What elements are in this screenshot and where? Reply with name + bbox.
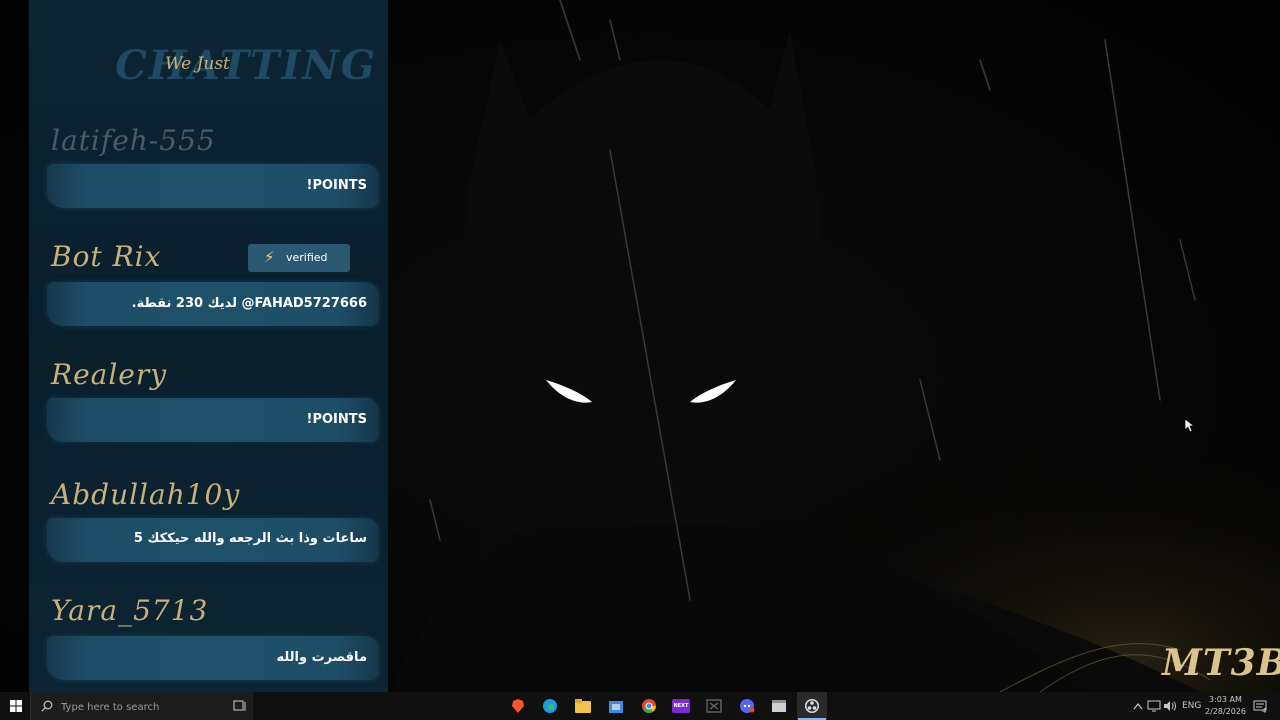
window-icon <box>772 700 786 712</box>
taskbar-app-file-explorer[interactable] <box>573 696 593 716</box>
taskbar-app-obs[interactable] <box>802 696 822 716</box>
chat-message-text: .لديك 230 نقطة @FAHAD5727666 <box>131 296 367 311</box>
taskbar-app-store[interactable] <box>606 696 626 716</box>
taskbar-app-xbox[interactable] <box>704 696 724 716</box>
next-app-icon: NEXT <box>672 699 690 713</box>
chat-message-text: !POINTS <box>306 412 367 427</box>
chat-message: Abdullah10y 5 ساعات وذا بث الرجعه والله … <box>29 478 388 568</box>
chat-message: Yara_5713 ماقصرت والله <box>29 594 388 684</box>
notification-center-button[interactable]: 4 <box>1250 696 1270 716</box>
chat-username: Realery <box>51 358 168 391</box>
chat-message: Bot Rix ⚡ verified .لديك 230 نقطة @FAHAD… <box>29 240 388 330</box>
taskbar-search-box[interactable] <box>30 692 253 720</box>
taskbar-app-discord[interactable] <box>737 696 757 716</box>
search-icon <box>41 700 53 712</box>
taskbar: NEXT ENG 3:03 AM 2/28/2026 4 <box>0 692 1280 720</box>
windows-logo-icon <box>10 700 22 712</box>
file-explorer-icon <box>575 699 591 713</box>
store-icon <box>609 701 623 713</box>
clock-time: 3:03 AM <box>1209 695 1242 704</box>
chat-username: Abdullah10y <box>51 478 241 511</box>
chat-message: Realery !POINTS <box>29 358 388 448</box>
tray-clock[interactable]: 3:03 AM 2/28/2026 <box>1200 694 1246 718</box>
chat-header-title: CHATTING <box>115 42 378 89</box>
message-bubble: ماقصرت والله <box>47 636 379 680</box>
chat-overlay-panel: CHATTING We Just latifeh-555 !POINTS Bot… <box>29 0 388 692</box>
notification-count: 4 <box>1262 707 1267 715</box>
task-view-icon <box>233 700 246 711</box>
lightning-icon: ⚡ <box>264 248 275 266</box>
verified-badge: ⚡ verified <box>248 244 350 272</box>
message-bubble: 5 ساعات وذا بث الرجعه والله حيككك <box>47 518 379 562</box>
tray-volume[interactable] <box>1160 696 1180 716</box>
edge-icon <box>543 699 557 713</box>
message-bubble: !POINTS <box>47 398 379 442</box>
chevron-up-icon <box>1133 703 1143 710</box>
chat-username: Yara_5713 <box>51 594 209 627</box>
brave-icon <box>512 699 524 713</box>
chrome-icon <box>642 699 656 713</box>
language-indicator[interactable]: ENG <box>1182 701 1201 711</box>
taskbar-app-edge[interactable] <box>540 696 560 716</box>
message-bubble: !POINTS <box>47 164 379 208</box>
speaker-icon <box>1164 701 1176 711</box>
search-input[interactable] <box>59 696 243 718</box>
chat-header-subtitle: We Just <box>165 54 230 74</box>
network-icon <box>1147 700 1161 712</box>
taskbar-app-chrome[interactable] <box>639 696 659 716</box>
obs-icon <box>805 699 819 713</box>
xbox-icon <box>706 699 722 713</box>
next-app-label: NEXT <box>673 703 689 709</box>
clock-date: 2/28/2026 <box>1205 707 1247 716</box>
chat-username: Bot Rix <box>51 240 162 273</box>
taskbar-app-next[interactable]: NEXT <box>671 696 691 716</box>
verified-badge-label: verified <box>286 251 328 264</box>
chat-message: latifeh-555 !POINTS <box>29 124 388 214</box>
chat-message-text: 5 ساعات وذا بث الرجعه والله حيككك <box>133 531 367 546</box>
taskbar-app-brave[interactable] <box>508 696 528 716</box>
start-button[interactable] <box>6 696 26 716</box>
mouse-cursor-icon <box>1185 419 1195 433</box>
taskbar-app-window[interactable] <box>769 696 789 716</box>
chat-username: latifeh-555 <box>51 124 216 157</box>
chat-message-text: ماقصرت والله <box>276 650 367 665</box>
task-view-button[interactable] <box>230 696 250 716</box>
channel-logo: MT3B <box>1162 642 1280 684</box>
message-bubble: .لديك 230 نقطة @FAHAD5727666 <box>47 282 379 326</box>
chat-message-text: !POINTS <box>306 178 367 193</box>
discord-icon <box>740 699 755 713</box>
chat-header: CHATTING We Just <box>29 30 388 100</box>
